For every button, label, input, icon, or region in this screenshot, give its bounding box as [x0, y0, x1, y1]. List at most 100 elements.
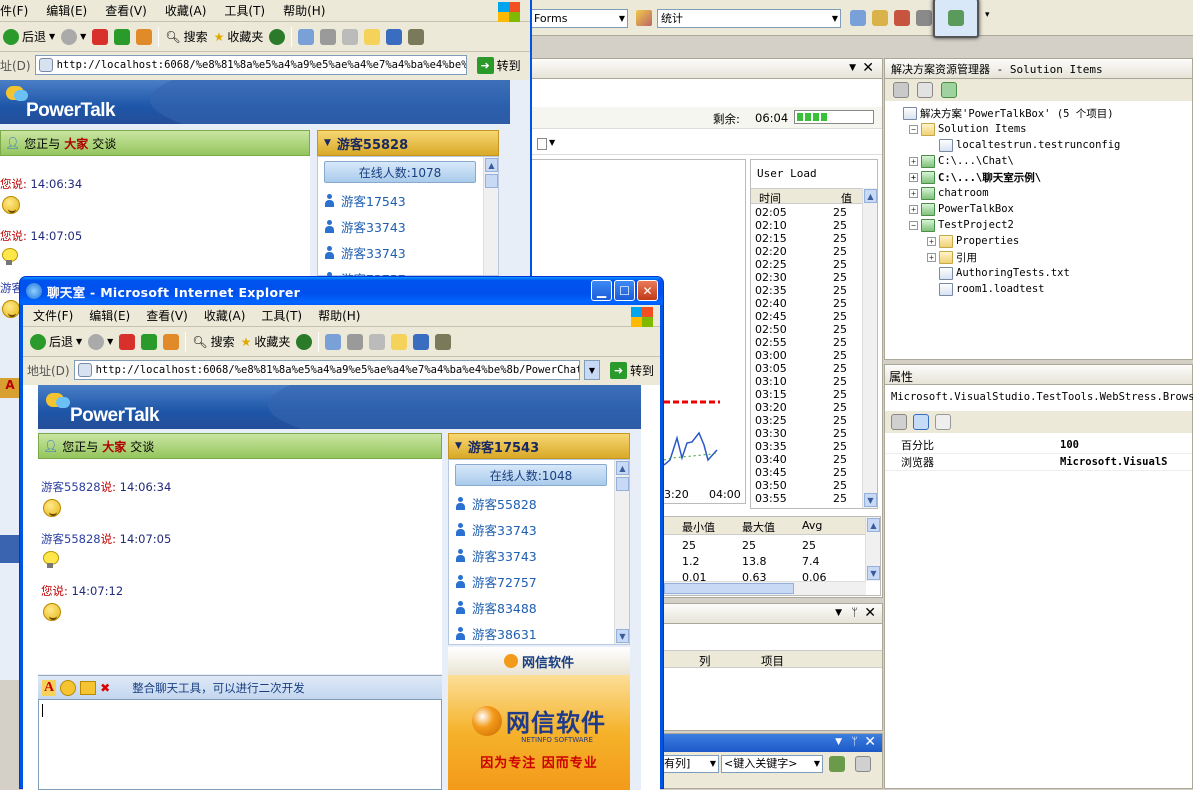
close-icon[interactable]: ✕	[864, 734, 876, 750]
menu-favorites[interactable]: 收藏(A)	[204, 307, 246, 324]
tree-item[interactable]: + C:\...\聊天室示例\	[891, 169, 1191, 185]
property-row[interactable]: 百分比 100	[885, 437, 1192, 454]
search-button[interactable]: 🔍︎ 搜索	[162, 26, 210, 48]
collapse-icon[interactable]: −	[909, 220, 918, 230]
home-icon[interactable]	[163, 333, 180, 350]
research-icon[interactable]	[386, 28, 403, 45]
messenger-icon[interactable]	[435, 333, 452, 350]
chart-icon[interactable]	[894, 10, 910, 26]
chevron-down-icon[interactable]: ▼	[849, 63, 856, 73]
user-item[interactable]: 游客33743	[318, 213, 498, 239]
maximize-button[interactable]: ☐	[614, 280, 635, 301]
highlighted-button[interactable]	[933, 0, 979, 38]
scroll-up-icon[interactable]: ▲	[867, 518, 880, 532]
pin-icon[interactable]: ᛘ	[851, 606, 858, 619]
favorites-button[interactable]: ★ 收藏夹	[211, 26, 267, 48]
alphabetical-icon[interactable]	[913, 414, 929, 430]
edit-icon[interactable]	[342, 28, 359, 45]
messenger-icon[interactable]	[408, 28, 425, 45]
refresh-icon[interactable]	[941, 82, 957, 98]
grid-icon[interactable]	[537, 138, 547, 150]
emoticon-icon[interactable]	[60, 679, 77, 696]
address-dropdown-icon[interactable]: ▼	[583, 360, 600, 380]
menu-view[interactable]: 查看(V)	[105, 2, 147, 19]
close-icon[interactable]: ✕	[862, 60, 874, 76]
menu-tools[interactable]: 工具(T)	[261, 307, 302, 324]
message-input[interactable]	[38, 699, 442, 790]
print-icon[interactable]	[320, 28, 337, 45]
mail-icon[interactable]	[325, 333, 342, 350]
user-item[interactable]: 游客83488	[449, 594, 629, 620]
categorized-icon[interactable]	[891, 414, 907, 430]
menu-favorites[interactable]: 收藏(A)	[165, 2, 207, 19]
properties-icon[interactable]	[872, 10, 888, 26]
tree-item[interactable]: AuthoringTests.txt	[891, 265, 1191, 281]
front-ie-titlebar[interactable]: 聊天室 - Microsoft Internet Explorer	[20, 277, 663, 305]
user-item[interactable]: 游客33743	[449, 516, 629, 542]
menu-file[interactable]: 件(F)	[0, 2, 28, 19]
menu-help[interactable]: 帮助(H)	[283, 2, 325, 19]
go-icon[interactable]	[829, 756, 845, 772]
tree-item[interactable]: − Solution Items	[891, 121, 1191, 137]
expand-icon[interactable]: +	[927, 236, 936, 246]
scroll-down-icon[interactable]: ▼	[867, 566, 880, 580]
list-icon[interactable]	[855, 756, 871, 772]
menu-file[interactable]: 文件(F)	[33, 307, 73, 324]
scroll-up-icon[interactable]: ▲	[864, 189, 877, 203]
menu-edit[interactable]: 编辑(E)	[89, 307, 130, 324]
history-icon[interactable]	[269, 28, 286, 45]
go-button[interactable]: ➜ 转到	[471, 56, 527, 74]
front-user-scrollbar[interactable]: ▲ ▼	[614, 460, 629, 644]
stop-icon[interactable]	[92, 28, 109, 45]
pin-icon[interactable]: ᛘ	[851, 735, 858, 748]
refresh-icon[interactable]	[114, 28, 131, 45]
collapse-icon[interactable]: ▼	[324, 138, 331, 148]
font-icon[interactable]: A	[42, 679, 57, 696]
tree-item[interactable]: − TestProject2	[891, 217, 1191, 233]
close-icon[interactable]: ✕	[864, 605, 876, 621]
user-item[interactable]: 游客33743	[449, 542, 629, 568]
search-button[interactable]: 🔍︎ 搜索	[189, 331, 237, 353]
clear-icon[interactable]: ✖	[100, 681, 110, 695]
collapse-icon[interactable]: ▼	[455, 441, 462, 451]
user-item[interactable]: 游客33743	[318, 239, 498, 265]
tree-item[interactable]: + C:\...\Chat\	[891, 153, 1191, 169]
user-item[interactable]: 游客55828	[449, 490, 629, 516]
menu-help[interactable]: 帮助(H)	[318, 307, 360, 324]
expand-icon[interactable]: +	[909, 204, 918, 214]
tools-icon[interactable]	[916, 10, 932, 26]
forms-combo[interactable]: Forms ▼	[530, 9, 628, 28]
tree-item[interactable]: localtestrun.testrunconfig	[891, 137, 1191, 153]
stats-hscroll[interactable]	[662, 581, 866, 595]
user-item[interactable]: 游客38631	[449, 620, 629, 646]
find-combo-2[interactable]: <键入关键字> ▼	[721, 755, 823, 773]
stats-icon[interactable]	[636, 10, 652, 26]
scroll-up-icon[interactable]: ▲	[485, 158, 498, 172]
refresh-icon[interactable]	[141, 333, 158, 350]
tree-item[interactable]: + Properties	[891, 233, 1191, 249]
edit-icon[interactable]	[369, 333, 386, 350]
print-icon[interactable]	[347, 333, 364, 350]
stop-icon[interactable]	[119, 333, 136, 350]
chevron-down-icon[interactable]: ▼	[835, 608, 842, 618]
expand-icon[interactable]: +	[909, 156, 918, 166]
ad-panel[interactable]: 网信软件 网信软件 NETINFO SOFTWARE 因为专注 因而专业	[448, 647, 630, 790]
back-user-scrollbar[interactable]: ▲	[483, 157, 498, 275]
go-button[interactable]: ➜ 转到	[604, 361, 660, 379]
menu-tools[interactable]: 工具(T)	[224, 2, 265, 19]
forward-button[interactable]: ▼	[85, 331, 116, 353]
tree-item[interactable]: + PowerTalkBox	[891, 201, 1191, 217]
research-icon[interactable]	[413, 333, 430, 350]
tree-item[interactable]: 解决方案'PowerTalkBox' (5 个项目)	[891, 105, 1191, 121]
collapse-icon[interactable]: −	[909, 124, 918, 134]
back-button[interactable]: 后退 ▼	[0, 26, 58, 48]
show-files-icon[interactable]	[917, 82, 933, 98]
chevron-down-icon[interactable]: ▼	[549, 138, 555, 147]
back-toolbar-a-icon[interactable]: A	[0, 378, 20, 398]
chevron-down-icon[interactable]: ▼	[835, 737, 842, 747]
mail-icon[interactable]	[298, 28, 315, 45]
properties-icon[interactable]	[893, 82, 909, 98]
scroll-down-icon[interactable]: ▼	[616, 629, 629, 643]
menu-edit[interactable]: 编辑(E)	[46, 2, 87, 19]
user-item[interactable]: 游客72757	[449, 568, 629, 594]
